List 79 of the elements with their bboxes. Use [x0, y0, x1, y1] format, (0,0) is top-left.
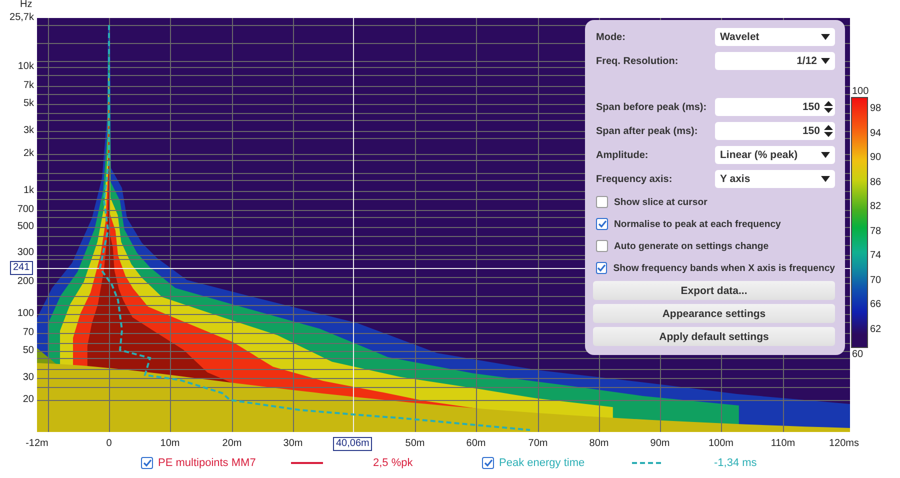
axis-label: 70m — [528, 438, 548, 449]
scale-label: 86 — [870, 176, 882, 188]
spinner-arrows-icon[interactable] — [824, 125, 833, 137]
axis-label: 700 — [17, 204, 34, 216]
axis-label: 70 — [22, 327, 34, 339]
number-field[interactable]: 150 — [715, 122, 835, 140]
axis-label: 10m — [160, 438, 180, 449]
scale-label: 94 — [870, 128, 882, 140]
checkbox[interactable] — [141, 457, 153, 469]
cursor-label: 40,06m — [333, 437, 372, 451]
axis-label: 1k — [23, 185, 34, 197]
axis-label: 2k — [23, 148, 34, 160]
legend-label: PE multipoints MM7 — [158, 457, 257, 469]
settings-button[interactable]: Apply default settings — [593, 327, 835, 346]
axis-label: 10k — [18, 61, 34, 73]
axis-label: 30 — [22, 372, 34, 384]
scale-label: 82 — [870, 201, 882, 213]
cursor-label: 241 — [10, 261, 33, 275]
axis-label: 50 — [22, 345, 34, 357]
legend-reading: 2,5 %pk — [373, 457, 414, 469]
axis-label: 100m — [708, 438, 734, 449]
field-label: Freq. Resolution: — [595, 56, 678, 66]
caret-icon — [821, 152, 830, 158]
legend-reading: -1,34 ms — [714, 457, 758, 469]
scale-label: 70 — [870, 274, 882, 286]
dropdown[interactable]: Linear (% peak) — [715, 146, 835, 164]
scale-label: 100 — [852, 86, 869, 98]
axis-label: 7k — [23, 80, 34, 92]
scale-label: 90 — [870, 152, 882, 164]
checkbox-label: Show slice at cursor — [614, 196, 708, 208]
axis-label: 30m — [283, 438, 303, 449]
dropdown[interactable]: Wavelet — [715, 28, 835, 46]
axis-label: 300 — [17, 247, 34, 259]
legend-label: Peak energy time — [499, 457, 586, 469]
axis-label: 50m — [405, 438, 425, 449]
checkbox[interactable] — [596, 218, 608, 230]
scale-label: 66 — [870, 299, 882, 311]
settings-button[interactable]: Export data... — [593, 281, 835, 300]
caret-icon — [821, 34, 830, 40]
caret-icon — [821, 58, 830, 64]
field-label: Mode: — [595, 32, 626, 42]
axis-label: 5k — [23, 98, 34, 110]
checkbox-label: Auto generate on settings change — [614, 240, 769, 252]
scale-label: 98 — [870, 103, 882, 115]
field-label: Amplitude: — [595, 150, 648, 160]
axis-label: 200 — [17, 276, 34, 288]
axis-unit: Hz — [20, 0, 32, 10]
axis-label: 90m — [650, 438, 670, 449]
checkbox[interactable] — [596, 240, 608, 252]
caret-icon — [821, 176, 830, 182]
scale-label: 74 — [870, 250, 882, 262]
dropdown[interactable]: Y axis — [715, 170, 835, 188]
axis-label: 0 — [106, 438, 112, 449]
dropdown[interactable]: 1/12 — [715, 52, 835, 70]
spinner-arrows-icon[interactable] — [824, 101, 833, 113]
axis-label: 3k — [23, 125, 34, 137]
field-label: Span after peak (ms): — [595, 126, 698, 136]
number-field[interactable]: 150 — [715, 98, 835, 116]
checkbox[interactable] — [596, 196, 608, 208]
axis-label: 60m — [466, 438, 486, 449]
axis-label: -12m — [26, 438, 48, 449]
checkbox-label: Normalise to peak at each frequency — [614, 218, 781, 230]
settings-button[interactable]: Appearance settings — [593, 304, 835, 323]
scale-label: 60 — [852, 349, 864, 361]
axis-label: 20 — [22, 394, 34, 406]
checkbox[interactable] — [482, 457, 494, 469]
axis-label: 100 — [17, 308, 34, 320]
axis-label: 80m — [589, 438, 609, 449]
field-label: Frequency axis: — [595, 174, 672, 184]
axis-label: 500 — [17, 221, 34, 233]
checkbox[interactable] — [596, 262, 608, 274]
checkbox-label: Show frequency bands when X axis is frequency — [613, 262, 835, 274]
axis-label: 25,7k — [10, 12, 34, 24]
axis-label: 20m — [222, 438, 242, 449]
field-label: Span before peak (ms): — [595, 102, 707, 112]
scale-label: 78 — [870, 226, 882, 238]
axis-label: 120ms — [829, 438, 859, 449]
scale-label: 62 — [870, 324, 882, 336]
axis-label: 110m — [770, 438, 796, 449]
